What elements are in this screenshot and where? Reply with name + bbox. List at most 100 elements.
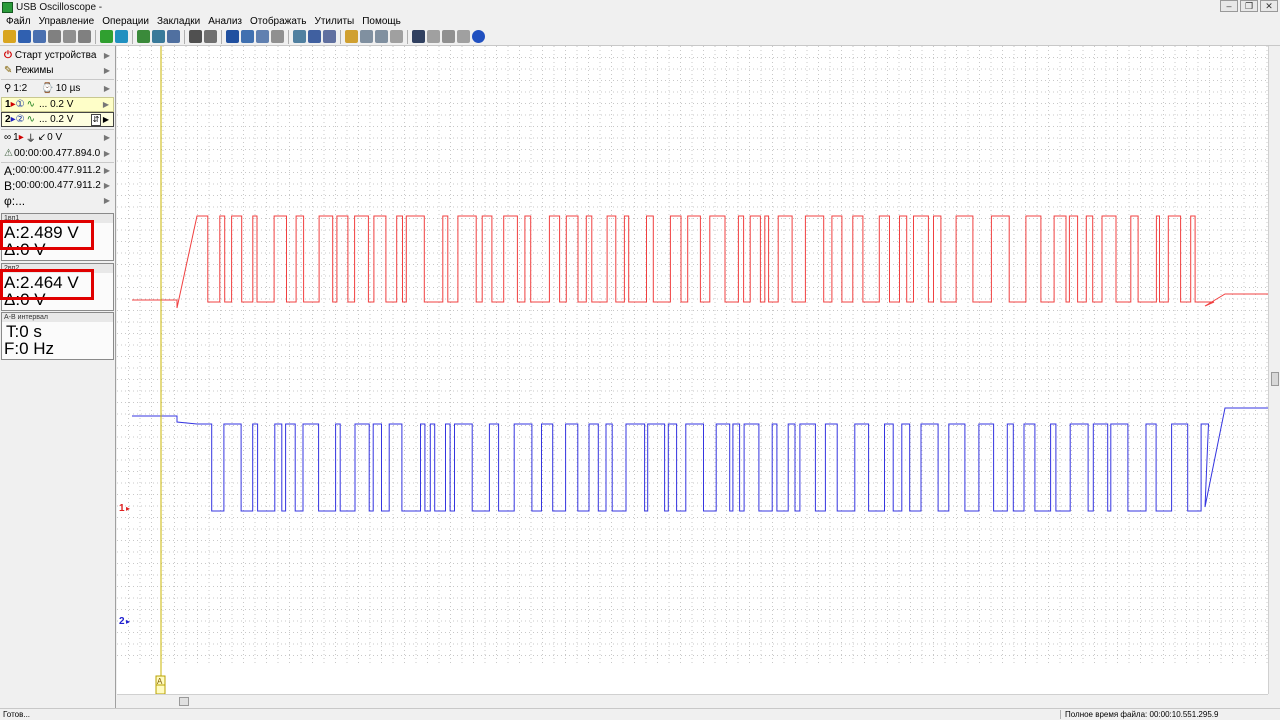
- report-icon[interactable]: [457, 30, 470, 43]
- position-icon: ⚠: [4, 148, 13, 159]
- save-as-icon[interactable]: [33, 30, 46, 43]
- app-icon: [2, 1, 13, 13]
- ch1-mode-icon[interactable]: [137, 30, 150, 43]
- menu-bookmarks[interactable]: Закладки: [153, 16, 204, 27]
- menu-view[interactable]: Отображать: [246, 16, 310, 27]
- toolbar-separator: [340, 29, 341, 44]
- ch2-toggle-icon[interactable]: ⇵: [91, 113, 101, 126]
- interval-frequency: F:0 Hz: [4, 339, 55, 358]
- check-icon[interactable]: [226, 30, 239, 43]
- time-position-value: 00:00:00.477.894.0: [13, 148, 101, 159]
- ch2-marker-arrow-icon: ▸: [126, 617, 130, 626]
- help-icon[interactable]: [472, 30, 485, 43]
- ch1-zero-marker[interactable]: 1: [119, 503, 125, 514]
- chevron-right-icon: ▶: [103, 149, 110, 158]
- modes-item[interactable]: ✎ Режимы ▶: [1, 63, 114, 78]
- trigger-level-value: 0 V: [47, 132, 63, 143]
- check-all-icon[interactable]: [241, 30, 254, 43]
- toolbar-separator: [132, 29, 133, 44]
- export-icon[interactable]: [442, 30, 455, 43]
- ch1-marker-arrow-icon: ▸: [126, 504, 130, 513]
- toolbar-separator: [184, 29, 185, 44]
- window-title: USB Oscilloscope -: [16, 1, 103, 13]
- chevron-right-icon[interactable]: ▶: [103, 115, 109, 124]
- power-icon: ⏻: [4, 50, 12, 61]
- chevron-right-icon: ▶: [103, 166, 110, 175]
- print-icon[interactable]: [427, 30, 440, 43]
- start-device-item[interactable]: ⏻ Старт устройства ▶: [1, 48, 114, 63]
- chevron-right-icon: ▶: [103, 133, 110, 142]
- ch2-zero-marker[interactable]: 2: [119, 616, 125, 627]
- trigger-item[interactable]: ∞ 1 ▸ ⏚ ↙ 0 V ▶: [1, 130, 114, 145]
- step-back-icon[interactable]: [375, 30, 388, 43]
- cursor-a-label: A:: [4, 163, 16, 178]
- open-icon[interactable]: [3, 30, 16, 43]
- chevron-right-icon: ▶: [103, 84, 110, 93]
- toolbar-separator: [407, 29, 408, 44]
- paste-icon[interactable]: [63, 30, 76, 43]
- interval-header: A-B интервал: [2, 313, 113, 322]
- screen-icon[interactable]: [412, 30, 425, 43]
- toolbar: [0, 28, 1280, 46]
- horizontal-scroll-thumb[interactable]: [179, 697, 189, 706]
- copy-icon[interactable]: [48, 30, 61, 43]
- grid-icon[interactable]: [323, 30, 336, 43]
- minimize-button[interactable]: –: [1220, 0, 1238, 12]
- menu-operations[interactable]: Операции: [98, 16, 153, 27]
- vertical-scroll-thumb[interactable]: [1271, 372, 1279, 386]
- folder-icon[interactable]: [345, 30, 358, 43]
- check-off-icon[interactable]: [256, 30, 269, 43]
- ch2-volts-value: ... 0.2 V: [38, 114, 74, 125]
- undo-history-icon[interactable]: [78, 30, 91, 43]
- waveform-canvas[interactable]: A 1 ▸ 2 ▸: [117, 46, 1268, 695]
- save-icon[interactable]: [18, 30, 31, 43]
- timebase-icon: ⌚: [41, 83, 54, 94]
- zoom-icon[interactable]: [308, 30, 321, 43]
- ch2-coupling-icon: ∿: [26, 114, 35, 125]
- plot-grid: [117, 46, 1268, 664]
- vertical-scrollbar[interactable]: [1268, 46, 1280, 694]
- maximize-button[interactable]: ❐: [1240, 0, 1258, 12]
- oscilloscope-plot[interactable]: A 1 ▸ 2 ▸: [117, 46, 1268, 695]
- zoom-timebase-item[interactable]: ⚲ 1:2 ⌚ 10 µs ▶: [1, 81, 114, 96]
- horizontal-scrollbar[interactable]: [117, 694, 1268, 708]
- toolbar-separator: [221, 29, 222, 44]
- ch2-settings-item[interactable]: 2 ▸ ② ∿ ... 0.2 V ⇵ ▶: [1, 112, 114, 127]
- ch1-circle-icon: ①: [15, 99, 25, 110]
- trigger-icon[interactable]: [100, 30, 113, 43]
- menu-bar: Файл Управление Операции Закладки Анализ…: [0, 14, 1280, 28]
- cursor-a-item[interactable]: A: 00:00:00.477.911.2 ▶: [1, 163, 114, 178]
- start-device-label: Старт устройства: [14, 50, 97, 61]
- rotate-icon[interactable]: [167, 30, 180, 43]
- cursor-b-label: B:: [4, 178, 16, 193]
- phase-value: φ:...: [4, 193, 26, 208]
- menu-analysis[interactable]: Анализ: [204, 16, 246, 27]
- menu-help[interactable]: Помощь: [358, 16, 405, 27]
- status-ready: Готов...: [3, 710, 31, 719]
- status-bar: Готов... Полное время файла: 00:00:10.55…: [0, 708, 1280, 720]
- cursor-b-item[interactable]: B: 00:00:00.477.911.2 ▶: [1, 178, 114, 193]
- chevron-right-icon: ▶: [103, 51, 110, 60]
- control-panel: ⏻ Старт устройства ▶ ✎ Режимы ▶ ⚲ 1:2 ⌚ …: [0, 46, 116, 708]
- menu-utilities[interactable]: Утилиты: [311, 16, 359, 27]
- document-icon[interactable]: [271, 30, 284, 43]
- ch1-settings-item[interactable]: 1 ▸ ① ∿ ... 0.2 V ▶: [1, 97, 114, 112]
- step-icon[interactable]: [360, 30, 373, 43]
- record-icon[interactable]: [204, 30, 217, 43]
- phase-item[interactable]: φ:... ▶: [1, 193, 114, 208]
- chevron-right-icon: ▶: [103, 181, 110, 190]
- time-position-item[interactable]: ⚠ 00:00:00.477.894.0 ▶: [1, 146, 114, 161]
- menu-control[interactable]: Управление: [35, 16, 99, 27]
- cursor-b-handle[interactable]: [155, 684, 166, 695]
- marker-icon[interactable]: [390, 30, 403, 43]
- ch1-highlight-box: [0, 220, 94, 250]
- chevron-right-icon: ▶: [103, 66, 110, 75]
- divider: [1, 79, 114, 80]
- run-icon[interactable]: [115, 30, 128, 43]
- menu-file[interactable]: Файл: [2, 16, 35, 27]
- close-button[interactable]: ✕: [1260, 0, 1278, 12]
- ch2-highlight-box: [0, 269, 94, 300]
- display-icon[interactable]: [189, 30, 202, 43]
- ch2-mode-icon[interactable]: [152, 30, 165, 43]
- zoom-fit-icon[interactable]: [293, 30, 306, 43]
